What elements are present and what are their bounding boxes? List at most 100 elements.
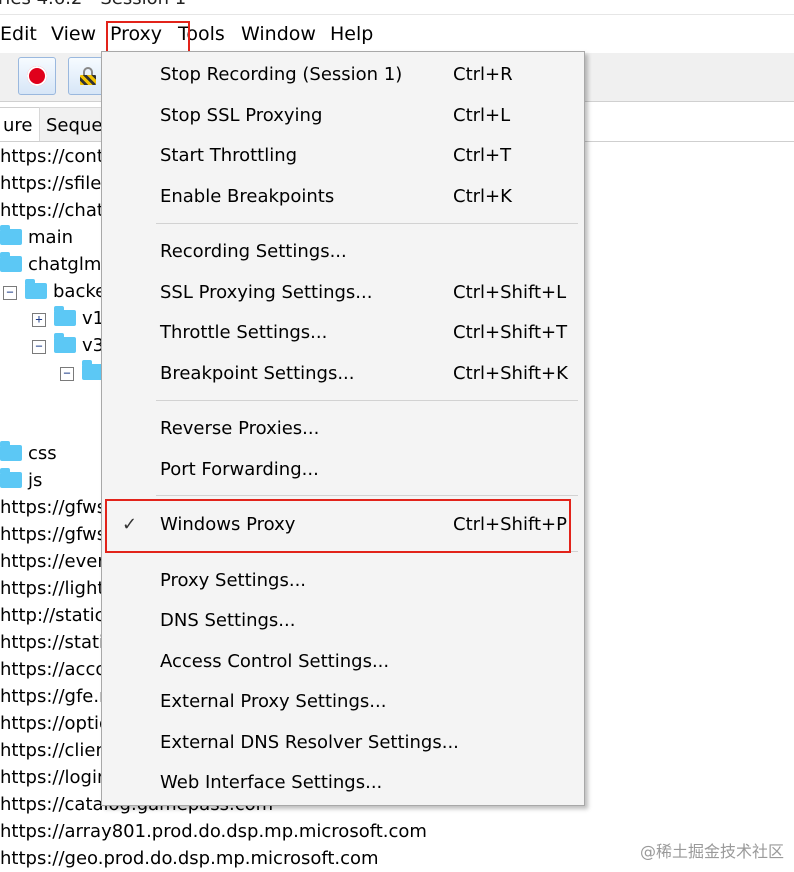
menu-separator — [156, 223, 578, 224]
menu-item-label: Proxy Settings... — [160, 570, 307, 591]
menu-item-label: External DNS Resolver Settings... — [160, 732, 459, 753]
collapse-icon[interactable]: − — [32, 340, 46, 354]
tree-row[interactable]: css — [0, 440, 57, 467]
menu-item-stop-ssl-proxying[interactable]: Stop SSL Proxying Ctrl+L — [102, 96, 584, 136]
tree-row[interactable]: + v1 — [32, 305, 104, 332]
menu-item-shortcut: Ctrl+R — [453, 64, 513, 85]
menu-item-ssl-proxying-settings[interactable]: SSL Proxying Settings... Ctrl+Shift+L — [102, 273, 584, 313]
menu-item-enable-breakpoints[interactable]: Enable Breakpoints Ctrl+K — [102, 177, 584, 217]
menu-item-start-throttling[interactable]: Start Throttling Ctrl+T — [102, 136, 584, 176]
menu-item-label: Enable Breakpoints — [160, 186, 335, 207]
tree-row[interactable]: https://array801.prod.do.dsp.mp.microsof… — [0, 818, 427, 845]
windows-proxy-highlight — [105, 499, 571, 553]
menu-item-label: Start Throttling — [160, 145, 298, 166]
menu-item-shortcut: Ctrl+Shift+L — [453, 282, 567, 303]
tree-row[interactable]: https://clien — [0, 737, 107, 764]
tree-row[interactable]: https://login — [0, 764, 108, 791]
menu-item-label: Stop Recording (Session 1) — [160, 64, 403, 85]
proxy-menu-highlight — [106, 21, 190, 54]
menu-item-shortcut: Ctrl+T — [453, 145, 512, 166]
menu-item-port-forwarding[interactable]: Port Forwarding... — [102, 450, 584, 490]
tree-row[interactable]: https://optio — [0, 710, 110, 737]
tree-row[interactable]: js — [0, 467, 42, 494]
tree-row-label: https://gfws — [0, 524, 107, 545]
folder-icon — [0, 225, 22, 245]
tree-row[interactable]: − v3 — [32, 332, 104, 359]
folder-icon — [0, 252, 22, 272]
record-icon — [27, 66, 47, 86]
tree-row-label: https://gfws — [0, 497, 107, 518]
tab-structure[interactable]: ure — [0, 107, 40, 141]
tree-row[interactable]: https://stati — [0, 629, 104, 656]
menu-item-shortcut: Ctrl+Shift+K — [453, 363, 568, 384]
menu-item-label: DNS Settings... — [160, 610, 296, 631]
menu-item-recording-settings[interactable]: Recording Settings... — [102, 232, 584, 272]
menu-item-label: Recording Settings... — [160, 241, 347, 262]
folder-icon — [54, 306, 76, 326]
title-bar: rles 4.6.2 - Session 1 — [0, 0, 794, 15]
tab-sequence[interactable]: Seque — [39, 107, 110, 141]
tree-row[interactable]: chatglm — [0, 251, 101, 278]
tree-row-label: https://chat — [0, 200, 104, 221]
folder-icon — [54, 333, 76, 353]
tree-row-label: main — [28, 227, 73, 248]
menu-item-label: Port Forwarding... — [160, 459, 319, 480]
window-title: rles 4.6.2 - Session 1 — [0, 0, 186, 9]
menu-window[interactable]: Window — [241, 22, 316, 46]
menu-item-shortcut: Ctrl+Shift+T — [453, 322, 568, 343]
tree-row[interactable]: − backe — [3, 278, 106, 305]
collapse-icon[interactable]: − — [3, 286, 17, 300]
tree-row-label: chatglm — [28, 254, 102, 275]
menu-view[interactable]: View — [51, 22, 96, 46]
watermark: @稀土掘金技术社区 — [640, 842, 785, 861]
collapse-icon[interactable]: − — [60, 367, 74, 381]
proxy-dropdown-menu: Stop Recording (Session 1) Ctrl+R Stop S… — [101, 51, 585, 806]
expand-icon[interactable]: + — [32, 313, 46, 327]
menu-item-external-dns-resolver-settings[interactable]: External DNS Resolver Settings... — [102, 723, 584, 763]
tree-row[interactable]: https://ever — [0, 548, 105, 575]
menu-help[interactable]: Help — [330, 22, 373, 46]
menu-item-proxy-settings[interactable]: Proxy Settings... — [102, 561, 584, 601]
folder-icon — [0, 441, 22, 461]
lock-icon — [80, 67, 96, 85]
menu-separator — [156, 495, 578, 496]
menu-item-dns-settings[interactable]: DNS Settings... — [102, 601, 584, 641]
tree-row[interactable]: https://cont — [0, 143, 104, 170]
tree-row-label: https://gfe.m — [0, 686, 117, 707]
tree-row-label: https://light — [0, 578, 105, 599]
menu-item-label: Access Control Settings... — [160, 651, 390, 672]
menu-edit[interactable]: Edit — [0, 22, 37, 46]
menu-item-label: SSL Proxying Settings... — [160, 282, 373, 303]
tree-row[interactable]: https://chat — [0, 197, 104, 224]
menu-item-web-interface-settings[interactable]: Web Interface Settings... — [102, 763, 584, 803]
menu-item-label: Stop SSL Proxying — [160, 105, 323, 126]
tree-row-label: backe — [53, 281, 107, 302]
tree-row-label: https://cont — [0, 146, 104, 167]
tree-row[interactable]: https://gfws — [0, 521, 106, 548]
tree-row[interactable]: https://acco — [0, 656, 106, 683]
menu-item-breakpoint-settings[interactable]: Breakpoint Settings... Ctrl+Shift+K — [102, 354, 584, 394]
menu-item-access-control-settings[interactable]: Access Control Settings... — [102, 642, 584, 682]
tree-row-label: https://ever — [0, 551, 105, 572]
menu-item-shortcut: Ctrl+K — [453, 186, 512, 207]
menu-item-label: Breakpoint Settings... — [160, 363, 355, 384]
tree-row-label: https://stati — [0, 632, 105, 653]
tree-row[interactable]: https://light — [0, 575, 104, 602]
menu-item-external-proxy-settings[interactable]: External Proxy Settings... — [102, 682, 584, 722]
menu-item-stop-recording[interactable]: Stop Recording (Session 1) Ctrl+R — [102, 55, 584, 95]
folder-icon — [25, 279, 47, 299]
menu-item-reverse-proxies[interactable]: Reverse Proxies... — [102, 409, 584, 449]
tree-row[interactable]: main — [0, 224, 73, 251]
tree-row[interactable]: https://gfe.m — [0, 683, 117, 710]
menu-item-throttle-settings[interactable]: Throttle Settings... Ctrl+Shift+T — [102, 313, 584, 353]
folder-icon — [0, 468, 22, 488]
menu-item-label: Reverse Proxies... — [160, 418, 320, 439]
tree-row-label: https://sfile — [0, 173, 102, 194]
tree-row[interactable]: http://static — [0, 602, 105, 629]
tree-row-label: http://static — [0, 605, 105, 626]
tree-row[interactable]: https://gfws — [0, 494, 106, 521]
tree-row[interactable]: https://sfile — [0, 170, 101, 197]
tree-row[interactable]: https://geo.prod.do.dsp.mp.microsoft.com — [0, 845, 379, 872]
record-button[interactable] — [18, 57, 56, 95]
tree-row-label: https://geo.prod.do.dsp.mp.microsoft.com — [0, 848, 379, 869]
